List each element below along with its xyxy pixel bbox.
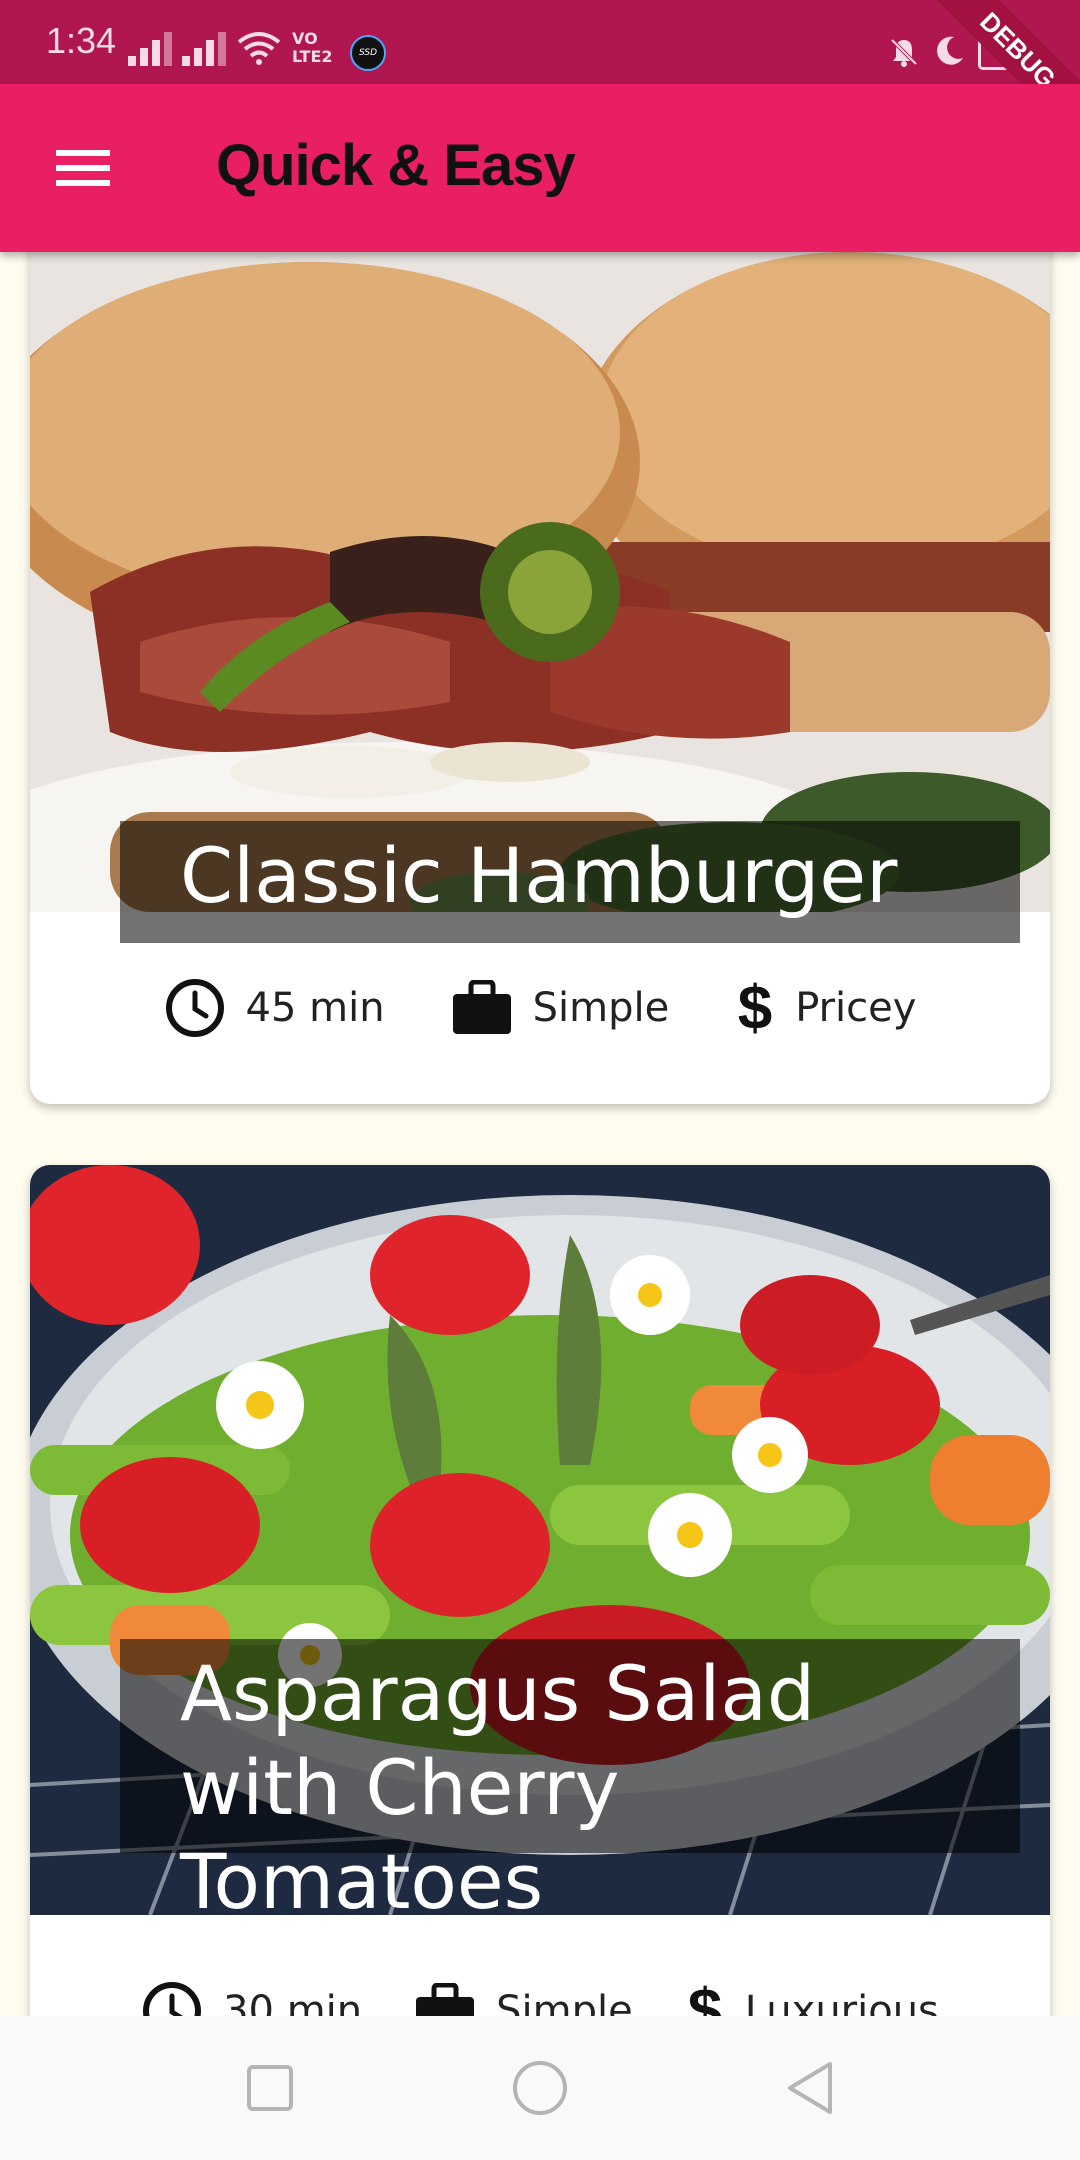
meta-complexity: Simple: [451, 980, 670, 1036]
meta-duration: 30 min: [141, 1980, 362, 2016]
status-time: 1:34: [46, 20, 117, 61]
meal-meta-row: 30 min Simple $ Luxurious: [30, 1915, 1050, 2016]
meta-duration: 45 min: [164, 977, 385, 1039]
dollar-icon: $: [738, 977, 772, 1039]
volte-indicator: VO LTE2: [292, 29, 333, 66]
ssd-badge: SSD: [350, 35, 386, 71]
briefcase-icon: [416, 1983, 475, 2016]
duration-text: 30 min: [223, 1988, 363, 2016]
menu-icon: [56, 150, 110, 156]
affordability-text: Luxurious: [744, 1988, 939, 2016]
dollar-icon: $: [687, 1980, 721, 2016]
svg-text:$: $: [738, 977, 772, 1039]
menu-button[interactable]: [40, 138, 126, 198]
briefcase-icon: [452, 980, 511, 1034]
affordability-text: Pricey: [795, 985, 917, 1031]
meta-complexity: Simple: [414, 1983, 633, 2016]
status-bar: 1:34 VO LTE2 SSD DEBUG: [0, 0, 1080, 151]
duration-text: 45 min: [245, 985, 385, 1031]
meta-affordability: $ Luxurious: [685, 1980, 939, 2016]
signal-icon: [128, 30, 176, 66]
recents-button[interactable]: [246, 2064, 294, 2112]
clock-icon: [143, 1982, 202, 2016]
meal-meta-row: 45 min Simple $ Pricey: [30, 912, 1050, 1104]
meal-list[interactable]: Classic Hamburger 45 min Simple $ Pricey…: [0, 252, 1080, 2016]
wifi-icon: [237, 32, 281, 65]
app-bar: Quick & Easy: [0, 84, 1080, 252]
complexity-text: Simple: [496, 1988, 633, 2016]
meal-card-asparagus-salad[interactable]: Asparagus Salad with Cherry Tomatoes 30 …: [30, 1165, 1050, 2016]
meal-card-classic-hamburger[interactable]: Classic Hamburger 45 min Simple $ Pricey: [30, 252, 1050, 1104]
back-button[interactable]: [786, 2060, 834, 2116]
signal-icon-2: [182, 30, 230, 66]
meta-affordability: $ Pricey: [735, 977, 916, 1039]
page-title: Quick & Easy: [216, 133, 576, 198]
clock-icon: [165, 979, 224, 1037]
meal-title-overlay: Asparagus Salad with Cherry Tomatoes: [120, 1639, 1020, 1926]
moon-icon: [937, 36, 963, 65]
home-button[interactable]: [512, 2060, 568, 2116]
notifications-off-icon: [890, 38, 918, 67]
system-nav-bar: [0, 2016, 1080, 2160]
meal-image: [30, 252, 1050, 912]
complexity-text: Simple: [532, 985, 670, 1031]
meal-title: Classic Hamburger: [180, 831, 898, 920]
svg-text:$: $: [687, 1980, 721, 2016]
